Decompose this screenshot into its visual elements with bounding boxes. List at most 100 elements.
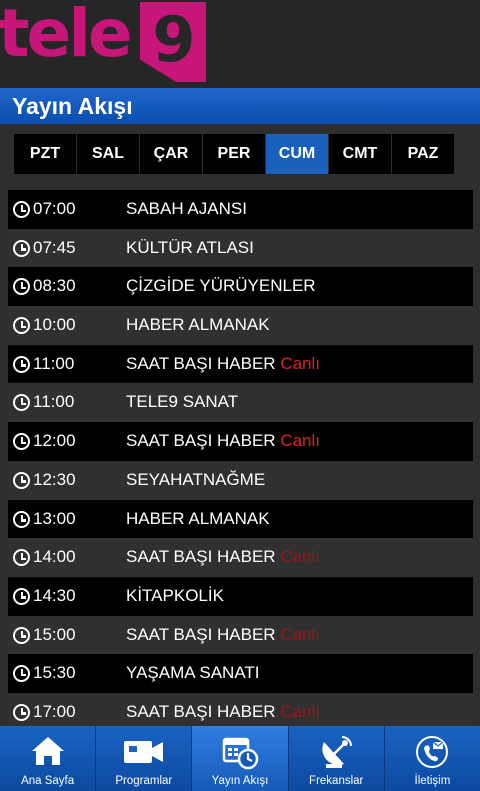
schedule-row[interactable]: 14:00 SAAT BAŞI HABER Canlı bbox=[8, 538, 473, 577]
schedule-time: 12:00 bbox=[33, 431, 76, 451]
clock-icon bbox=[13, 471, 30, 489]
schedule-list: 07:00 SABAH AJANSI 07:45 KÜLTÜR ATLASI 08:30… bbox=[8, 190, 473, 732]
program-title: TELE9 SANAT bbox=[126, 383, 238, 422]
schedule-time: 12:30 bbox=[33, 469, 76, 489]
tab-iletisim[interactable]: İletişim bbox=[384, 726, 480, 791]
program-name: SABAH AJANSI bbox=[126, 199, 247, 218]
schedule-row[interactable]: 12:00 SAAT BAŞI HABER Canlı bbox=[8, 422, 473, 461]
schedule-row[interactable]: 07:00 SABAH AJANSI bbox=[8, 190, 473, 229]
schedule-time: 08:30 bbox=[33, 276, 76, 296]
schedule-row[interactable]: 08:30 ÇİZGİDE YÜRÜYENLER bbox=[8, 267, 473, 307]
home-icon bbox=[30, 734, 66, 773]
program-title: SABAH AJANSI bbox=[126, 190, 247, 229]
program-name: KÜLTÜR ATLASI bbox=[126, 237, 254, 257]
schedule-time: 13:00 bbox=[33, 508, 76, 528]
program-title: SAAT BAŞI HABER Canlı bbox=[126, 616, 320, 655]
schedule-row[interactable]: 11:00 TELE9 SANAT bbox=[8, 383, 473, 423]
clock-icon bbox=[13, 317, 30, 335]
day-tab-sal[interactable]: SAL bbox=[77, 134, 139, 174]
clock-icon bbox=[13, 587, 30, 605]
day-tab-cmt[interactable]: CMT bbox=[329, 134, 391, 174]
schedule-time: 07:45 bbox=[33, 237, 76, 257]
tab-programlar[interactable]: Programlar bbox=[96, 726, 193, 791]
schedule-time: 11:00 bbox=[33, 392, 75, 412]
program-name: YAŞAMA SANATI bbox=[126, 663, 260, 683]
clock-icon bbox=[13, 355, 30, 373]
clock-icon bbox=[13, 394, 30, 412]
program-title: SAAT BAŞI HABER Canlı bbox=[126, 345, 320, 384]
schedule-time: 14:00 bbox=[33, 547, 76, 567]
schedule-row[interactable]: 12:30 SEYAHATNAĞME bbox=[8, 460, 473, 500]
contact-phone-icon bbox=[414, 734, 450, 775]
schedule-time: 11:00 bbox=[33, 353, 75, 373]
clock-icon bbox=[13, 433, 30, 451]
page-title: Yayın Akışı bbox=[12, 93, 133, 119]
day-tab-per[interactable]: PER bbox=[203, 134, 265, 174]
title-bar: Yayın Akışı bbox=[0, 88, 480, 124]
bottom-tab-bar: Ana Sayfa Programlar Yayın Akışı Frekans… bbox=[0, 726, 480, 791]
tab-label: Programlar bbox=[115, 775, 173, 787]
app-header: tele 9 bbox=[0, 0, 480, 88]
video-camera-icon bbox=[121, 734, 167, 773]
clock-icon bbox=[13, 201, 30, 218]
program-title: HABER ALMANAK bbox=[126, 500, 270, 539]
schedule-row[interactable]: 15:30 YAŞAMA SANATI bbox=[8, 654, 473, 693]
schedule-row[interactable]: 14:30 KİTAPKOLİK bbox=[8, 576, 473, 616]
clock-icon bbox=[13, 703, 30, 721]
live-badge: Canlı bbox=[280, 701, 321, 721]
schedule-time: 10:00 bbox=[33, 315, 76, 335]
program-name: SAAT BAŞI HABER bbox=[126, 624, 276, 644]
tele9-logo[interactable]: tele 9 bbox=[0, 0, 210, 88]
program-name: KİTAPKOLİK bbox=[126, 585, 224, 605]
day-tab-car[interactable]: ÇAR bbox=[140, 134, 202, 174]
program-name: HABER ALMANAK bbox=[126, 508, 270, 528]
tab-label: İletişim bbox=[414, 775, 451, 787]
live-badge: Canlı bbox=[280, 547, 321, 567]
schedule-row[interactable]: 13:00 HABER ALMANAK bbox=[8, 499, 473, 539]
program-title: SAAT BAŞI HABER Canlı bbox=[126, 538, 320, 577]
tab-frekanslar[interactable]: Frekanslar bbox=[288, 726, 385, 791]
program-title: SEYAHATNAĞME bbox=[126, 461, 265, 500]
live-badge: Canlı bbox=[280, 624, 321, 644]
clock-icon bbox=[13, 665, 30, 683]
calendar-clock-icon bbox=[221, 734, 259, 775]
tab-yayin-akisi[interactable]: Yayın Akışı bbox=[192, 726, 289, 791]
tab-ana-sayfa[interactable]: Ana Sayfa bbox=[0, 726, 97, 791]
program-title: SAAT BAŞI HABER Canlı bbox=[126, 422, 320, 461]
clock-icon bbox=[13, 239, 30, 257]
schedule-row[interactable]: 07:45 KÜLTÜR ATLASI bbox=[8, 228, 473, 268]
program-title: KİTAPKOLİK bbox=[126, 577, 224, 616]
live-badge: Canlı bbox=[280, 353, 321, 373]
schedule-time: 15:00 bbox=[33, 624, 76, 644]
program-title: HABER ALMANAK bbox=[126, 306, 270, 345]
schedule-time: 14:30 bbox=[33, 585, 76, 605]
tab-label: Ana Sayfa bbox=[21, 775, 75, 787]
day-tab-pzt[interactable]: PZT bbox=[14, 134, 76, 174]
day-tab-cum[interactable]: CUM bbox=[266, 134, 328, 174]
satellite-dish-icon bbox=[318, 734, 354, 775]
tab-label: Yayın Akışı bbox=[211, 775, 269, 787]
schedule-row[interactable]: 10:00 HABER ALMANAK bbox=[8, 306, 473, 345]
program-name: SEYAHATNAĞME bbox=[126, 469, 266, 489]
schedule-row[interactable]: 11:00 SAAT BAŞI HABER Canlı bbox=[8, 344, 473, 384]
day-tab-paz[interactable]: PAZ bbox=[392, 134, 454, 174]
program-name: ÇİZGİDE YÜRÜYENLER bbox=[126, 276, 316, 296]
clock-icon bbox=[13, 278, 30, 296]
schedule-time: 07:00 bbox=[33, 199, 76, 218]
program-name: HABER ALMANAK bbox=[126, 315, 270, 335]
day-selector: PZT SAL ÇAR PER CUM CMT PAZ bbox=[14, 134, 455, 174]
program-name: TELE9 SANAT bbox=[126, 392, 239, 412]
program-name: SAAT BAŞI HABER bbox=[126, 431, 276, 451]
schedule-row[interactable]: 15:00 SAAT BAŞI HABER Canlı bbox=[8, 615, 473, 655]
program-title: KÜLTÜR ATLASI bbox=[126, 229, 254, 268]
tab-label: Frekanslar bbox=[309, 775, 364, 787]
clock-icon bbox=[13, 626, 30, 644]
program-title: YAŞAMA SANATI bbox=[126, 654, 260, 693]
logo-number: 9 bbox=[152, 3, 196, 76]
program-name: SAAT BAŞI HABER bbox=[126, 353, 276, 373]
clock-icon bbox=[13, 510, 30, 528]
logo-text: tele bbox=[0, 0, 133, 72]
schedule-time: 15:30 bbox=[33, 663, 76, 683]
program-name: SAAT BAŞI HABER bbox=[126, 701, 276, 721]
clock-icon bbox=[13, 549, 30, 567]
